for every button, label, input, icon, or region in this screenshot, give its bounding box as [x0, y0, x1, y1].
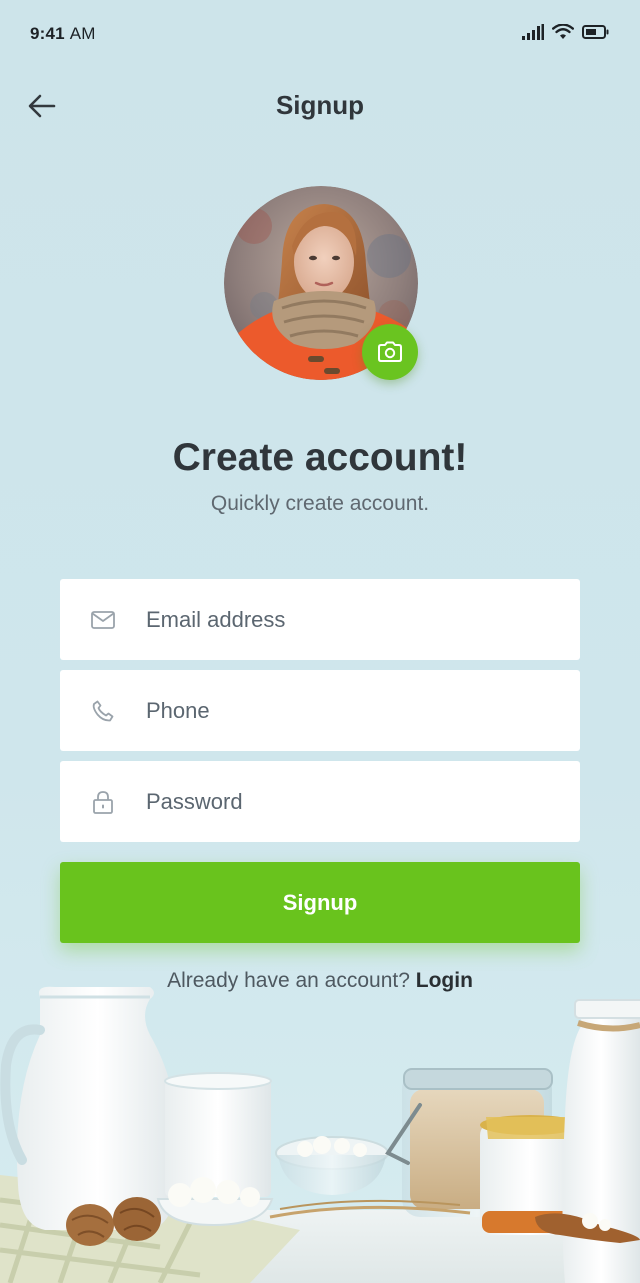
phone-icon-wrap — [60, 699, 146, 723]
status-icons — [522, 24, 610, 40]
lock-icon-wrap — [60, 790, 146, 814]
change-photo-button[interactable] — [362, 324, 418, 380]
signal-icon — [522, 24, 544, 40]
avatar-container — [224, 186, 418, 380]
page-title: Signup — [275, 90, 365, 120]
password-input[interactable] — [146, 788, 546, 815]
status-bar: 9:41 AM — [0, 0, 640, 70]
battery-icon — [582, 25, 609, 39]
dairy-products-illustration — [0, 986, 640, 1283]
mail-icon — [91, 610, 115, 629]
status-time-ampm: AM — [69, 24, 96, 43]
phone-icon — [92, 700, 114, 721]
signup-button[interactable]: Signup — [60, 862, 580, 943]
mail-icon-wrap — [60, 610, 146, 629]
camera-icon — [378, 341, 402, 362]
create-account-heading: Create account! — [172, 436, 468, 479]
status-time: 9:41 AM — [30, 24, 96, 44]
lock-icon — [93, 790, 113, 814]
email-field[interactable] — [60, 579, 580, 660]
password-field[interactable] — [60, 761, 580, 842]
phone-input[interactable] — [146, 697, 546, 724]
signup-screen: 9:41 AM Signup Create account! Quickly c… — [0, 0, 640, 1283]
wifi-icon — [552, 24, 574, 39]
status-time-value: 9:41 — [30, 24, 65, 43]
create-account-subtitle: Quickly create account. — [210, 492, 430, 515]
email-input[interactable] — [146, 606, 546, 633]
phone-field[interactable] — [60, 670, 580, 751]
